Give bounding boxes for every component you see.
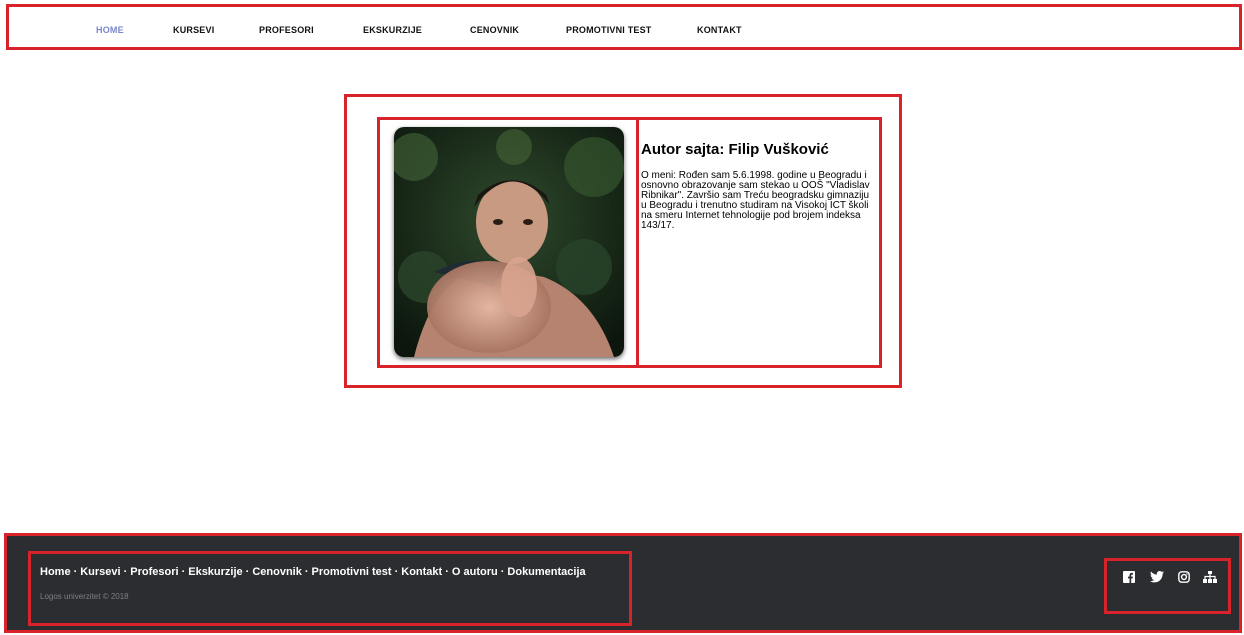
- sitemap-icon[interactable]: [1203, 570, 1217, 584]
- footer-link-o-autoru[interactable]: O autoru: [452, 566, 498, 578]
- footer-links-container: [28, 551, 632, 626]
- nav-item-promotivni-test[interactable]: PROMOTIVNI TEST: [566, 25, 652, 35]
- footer-separator: ·: [445, 566, 449, 578]
- copyright-text: Logos univerzitet © 2018: [40, 592, 129, 601]
- nav-item-kursevi[interactable]: KURSEVI: [173, 25, 214, 35]
- footer-separator: ·: [73, 566, 78, 578]
- footer-link-kursevi[interactable]: Kursevi: [80, 566, 120, 578]
- footer-separator: ·: [181, 566, 186, 578]
- nav-item-home[interactable]: HOME: [96, 25, 124, 35]
- top-navigation: HOME KURSEVI PROFESORI EKSKURZIJE CENOVN…: [6, 4, 1242, 50]
- nav-item-ekskurzije[interactable]: EKSKURZIJE: [363, 25, 422, 35]
- footer-link-cenovnik[interactable]: Cenovnik: [252, 566, 302, 578]
- footer-links: Home · Kursevi · Profesori · Ekskurzije · Cenovn…: [40, 566, 586, 578]
- footer-link-profesori[interactable]: Profesori: [130, 566, 178, 578]
- author-bio: O meni: Rođen sam 5.6.1998. godine u Beo…: [641, 170, 870, 231]
- nav-item-profesori[interactable]: PROFESORI: [259, 25, 314, 35]
- footer-separator: ·: [394, 566, 399, 578]
- author-title: Autor sajta: Filip Vušković: [641, 141, 829, 158]
- footer-link-promotivni-test[interactable]: Promotivni test: [312, 566, 392, 578]
- footer-separator: ·: [500, 566, 505, 578]
- footer-separator: ·: [245, 566, 250, 578]
- facebook-icon[interactable]: [1122, 570, 1136, 584]
- footer-separator: ·: [123, 566, 128, 578]
- footer-link-home[interactable]: Home: [40, 566, 71, 578]
- instagram-icon[interactable]: [1177, 570, 1191, 584]
- nav-item-cenovnik[interactable]: CENOVNIK: [470, 25, 519, 35]
- footer-link-kontakt[interactable]: Kontakt: [401, 566, 442, 578]
- nav-item-kontakt[interactable]: KONTAKT: [697, 25, 742, 35]
- footer-link-ekskurzije[interactable]: Ekskurzije: [188, 566, 242, 578]
- footer-separator: ·: [304, 566, 309, 578]
- footer-social-container: [1104, 558, 1231, 614]
- footer-link-dokumentacija[interactable]: Dokumentacija: [507, 566, 585, 578]
- author-photo: [394, 127, 624, 357]
- twitter-icon[interactable]: [1150, 570, 1164, 584]
